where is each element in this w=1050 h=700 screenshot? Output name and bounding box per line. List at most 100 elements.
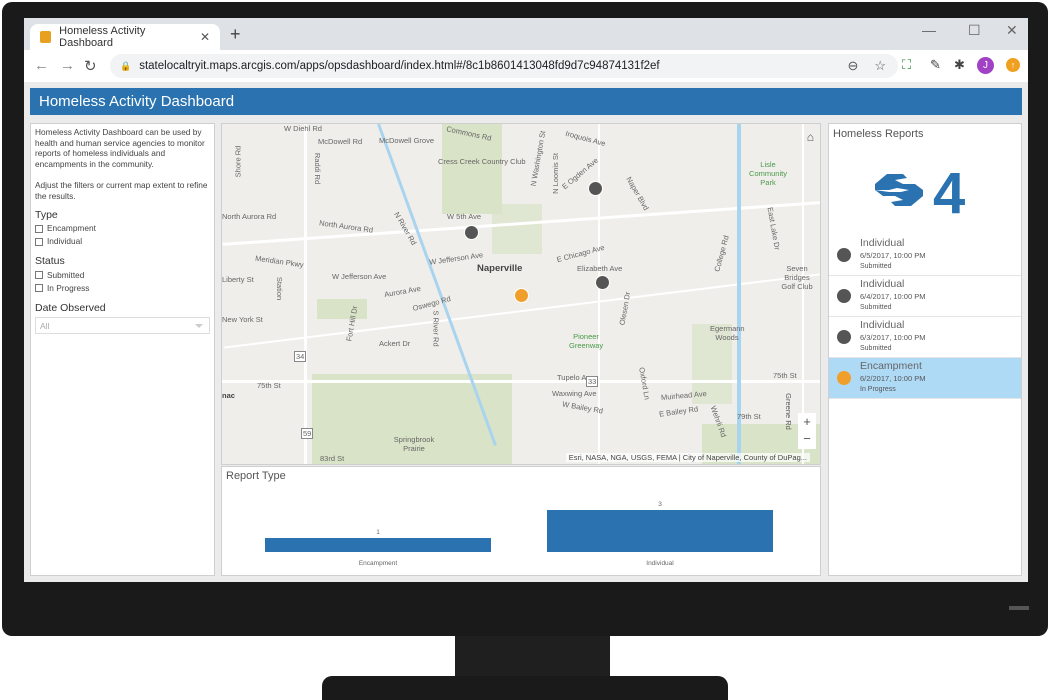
map-label: Meridian Pkwy xyxy=(254,253,305,270)
map-label: Egermann Woods xyxy=(710,324,745,342)
maximize-button[interactable]: ☐ xyxy=(968,22,981,39)
monitor-indicator xyxy=(1009,606,1029,610)
category-label: Encampment xyxy=(358,560,398,567)
report-count: 4 xyxy=(933,161,966,226)
bar-value-label: 3 xyxy=(658,501,662,508)
map-label: Oxford Ln xyxy=(637,366,652,401)
map-label: Liberty St xyxy=(222,275,254,284)
map-label: Greene Rd xyxy=(783,393,793,430)
bookmark-star-icon[interactable]: ☆ xyxy=(874,58,886,74)
report-status: In Progress xyxy=(860,386,896,393)
new-tab-button[interactable]: + xyxy=(230,24,241,45)
map-attribution: Esri, NASA, NGA, USGS, FEMA | City of Na… xyxy=(565,453,810,462)
status-dot-icon xyxy=(837,330,851,344)
report-status: Submitted xyxy=(860,304,892,311)
zoom-in-button[interactable]: + xyxy=(798,413,816,430)
map-label: Station xyxy=(275,276,285,301)
close-tab-icon[interactable]: ✕ xyxy=(200,30,210,44)
profile-avatar[interactable]: J xyxy=(977,57,994,74)
filter-panel: Homeless Activity Dashboard can be used … xyxy=(30,123,215,576)
forward-button[interactable]: → xyxy=(60,57,75,74)
date-observed-select[interactable]: All xyxy=(35,317,210,335)
report-list-item[interactable]: Individual 6/4/2017, 10:00 PM Submitted xyxy=(829,276,1021,317)
report-status: Submitted xyxy=(860,345,892,352)
map-label: McDowell Rd xyxy=(318,137,363,146)
map-label: Ackert Dr xyxy=(379,339,411,348)
tab-title: Homeless Activity Dashboard xyxy=(59,25,146,49)
homeless-reports-panel: Homeless Reports 4 Individual 6/5/2017, 1… xyxy=(828,123,1022,576)
reload-button[interactable]: ↻ xyxy=(84,57,97,75)
status-dot-icon xyxy=(837,289,851,303)
map-label: 75th St xyxy=(257,381,281,390)
report-list-item[interactable]: Individual 6/5/2017, 10:00 PM Submitted xyxy=(829,235,1021,276)
map-label: College Rd xyxy=(712,234,731,273)
map-label: Iroquois Ave xyxy=(564,128,607,149)
map-label: East Lake Dr xyxy=(765,206,782,251)
status-dot-icon xyxy=(837,248,851,262)
reports-title: Homeless Reports xyxy=(833,128,924,140)
map-label: W Jefferson Ave xyxy=(428,250,484,267)
park-area xyxy=(492,204,542,254)
report-type: Individual xyxy=(860,237,905,249)
checkbox-individual[interactable]: Individual xyxy=(35,235,210,248)
report-type: Encampment xyxy=(860,360,922,372)
bar-value-label: 1 xyxy=(376,529,380,536)
zoom-icon[interactable]: ⊖ xyxy=(847,58,858,74)
eyedropper-extension-icon[interactable]: ✎ xyxy=(930,57,941,73)
map-label: W 5th Ave xyxy=(447,212,482,221)
road xyxy=(304,124,307,464)
browser-toolbar: ← → ↻ 🔒 statelocaltryit.maps.arcgis.com/… xyxy=(24,50,1028,82)
map-label: North Aurora Rd xyxy=(318,218,374,235)
status-dot-icon xyxy=(837,371,851,385)
report-list-item[interactable]: Individual 6/3/2017, 10:00 PM Submitted xyxy=(829,317,1021,358)
chart-title: Report Type xyxy=(226,470,286,482)
date-heading: Date Observed xyxy=(35,301,106,314)
report-type: Individual xyxy=(860,278,905,290)
map-view[interactable]: W Diehl Rd McDowell Rd McDowell Grove Cr… xyxy=(221,123,821,465)
type-heading: Type xyxy=(35,208,58,221)
map-label: North Aurora Rd xyxy=(222,212,277,221)
extension-upload-icon[interactable]: ↑ xyxy=(1006,58,1020,72)
description-text: Homeless Activity Dashboard can be used … xyxy=(35,127,205,169)
helping-hands-icon xyxy=(875,174,923,206)
map-label: Naperville xyxy=(477,263,523,274)
map-label: nac xyxy=(222,391,235,400)
map-label: Shore Rd xyxy=(233,145,243,178)
park-area xyxy=(317,299,367,319)
map-label: Pioneer Greenway xyxy=(569,332,604,350)
browser-tab[interactable]: Homeless Activity Dashboard ✕ xyxy=(30,24,220,50)
url-text: statelocaltryit.maps.arcgis.com/apps/ops… xyxy=(139,60,660,72)
tab-bar: Homeless Activity Dashboard ✕ + — ☐ ✕ xyxy=(24,18,1028,50)
map-label: 83rd St xyxy=(320,454,345,463)
monitor-base xyxy=(322,676,728,700)
dashboard-header: Homeless Activity Dashboard xyxy=(30,88,1022,115)
map-point-individual[interactable] xyxy=(588,181,603,196)
report-type: Individual xyxy=(860,319,905,331)
report-date: 6/4/2017, 10:00 PM xyxy=(860,292,926,301)
address-bar[interactable]: 🔒 statelocaltryit.maps.arcgis.com/apps/o… xyxy=(110,54,898,78)
home-icon[interactable]: ⌂ xyxy=(807,130,814,144)
back-button[interactable]: ← xyxy=(34,57,49,74)
lock-icon: 🔒 xyxy=(120,60,132,71)
checkbox-submitted[interactable]: Submitted xyxy=(35,269,210,282)
close-window-button[interactable]: ✕ xyxy=(1006,22,1018,39)
map-point-encampment[interactable] xyxy=(514,288,529,303)
map-point-individual[interactable] xyxy=(464,225,479,240)
report-status: Submitted xyxy=(860,263,892,270)
map-point-individual[interactable] xyxy=(595,275,610,290)
report-list-item[interactable]: Encampment 6/2/2017, 10:00 PM In Progress xyxy=(829,358,1021,399)
favicon-icon xyxy=(40,31,52,43)
extensions-puzzle-icon[interactable]: ✱ xyxy=(954,57,965,73)
zoom-out-button[interactable]: − xyxy=(798,430,816,447)
map-label: Aurora Ave xyxy=(383,283,422,300)
map-label: Raddi Rd xyxy=(313,152,323,185)
map-label: Lisle Community Park xyxy=(749,160,787,187)
screenshot-extension-icon[interactable]: ⛶ xyxy=(902,57,911,73)
checkbox-encampment[interactable]: Encampment xyxy=(35,222,210,235)
category-label: Individual xyxy=(646,560,674,567)
checkbox-in-progress[interactable]: In Progress xyxy=(35,282,210,295)
bar-encampment[interactable] xyxy=(265,538,491,552)
bar-individual[interactable] xyxy=(547,510,773,552)
report-date: 6/3/2017, 10:00 PM xyxy=(860,333,926,342)
minimize-button[interactable]: — xyxy=(922,22,936,38)
